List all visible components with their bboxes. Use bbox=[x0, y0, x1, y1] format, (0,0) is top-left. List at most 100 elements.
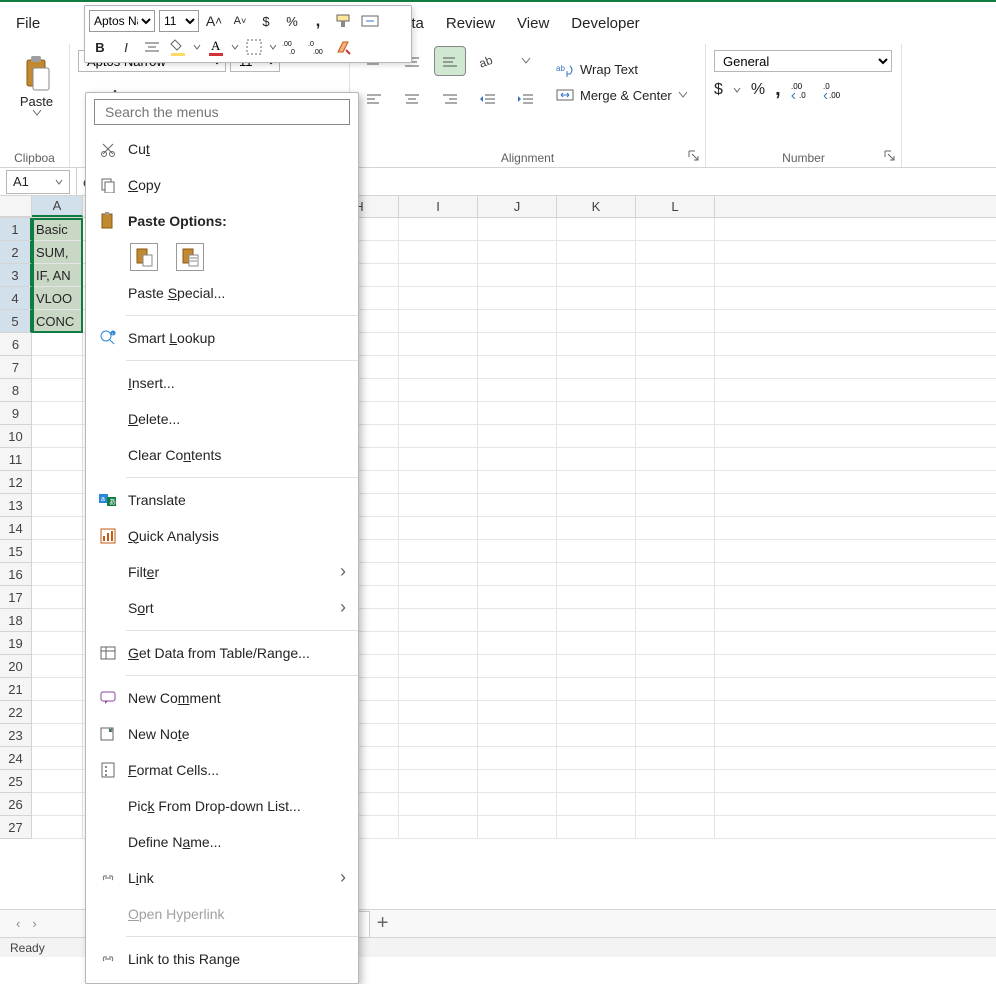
paste-match-dest-button[interactable] bbox=[176, 243, 204, 271]
cell[interactable] bbox=[557, 310, 636, 332]
align-right-button[interactable] bbox=[434, 84, 466, 114]
comma-icon[interactable]: , bbox=[775, 78, 781, 101]
cell[interactable] bbox=[557, 770, 636, 792]
cell[interactable] bbox=[399, 310, 478, 332]
cell[interactable] bbox=[399, 333, 478, 355]
merge-center-button[interactable]: Merge & Center bbox=[580, 88, 672, 103]
cell[interactable] bbox=[399, 816, 478, 838]
cell[interactable] bbox=[557, 379, 636, 401]
column-header[interactable]: A bbox=[32, 196, 83, 217]
row-header[interactable]: 22 bbox=[0, 701, 32, 724]
cell[interactable] bbox=[399, 517, 478, 539]
chevron-down-icon[interactable] bbox=[32, 109, 42, 117]
cell[interactable] bbox=[478, 379, 557, 401]
bold-button[interactable]: B bbox=[89, 36, 111, 58]
cell[interactable] bbox=[32, 747, 83, 769]
row-header[interactable]: 19 bbox=[0, 632, 32, 655]
increase-font-icon[interactable]: A˄ bbox=[203, 10, 225, 32]
cell[interactable] bbox=[399, 402, 478, 424]
cell[interactable] bbox=[557, 494, 636, 516]
cell[interactable] bbox=[557, 218, 636, 240]
tab-review[interactable]: Review bbox=[446, 15, 495, 32]
cell[interactable] bbox=[636, 218, 715, 240]
cell[interactable] bbox=[32, 793, 83, 815]
menu-search-input[interactable] bbox=[103, 100, 341, 124]
decrease-indent-button[interactable] bbox=[472, 84, 504, 114]
cell[interactable] bbox=[636, 586, 715, 608]
orientation-dropdown[interactable] bbox=[510, 46, 542, 76]
cell[interactable] bbox=[32, 356, 83, 378]
menu-link[interactable]: Link bbox=[86, 860, 358, 896]
cell[interactable] bbox=[478, 517, 557, 539]
cell[interactable] bbox=[32, 586, 83, 608]
row-header[interactable]: 3 bbox=[0, 264, 32, 287]
wrap-text-button[interactable]: Wrap Text bbox=[580, 62, 638, 77]
cell[interactable] bbox=[557, 586, 636, 608]
cell[interactable] bbox=[399, 287, 478, 309]
increase-decimal-icon[interactable]: .00.0 bbox=[281, 36, 303, 58]
cell[interactable] bbox=[478, 793, 557, 815]
cell[interactable] bbox=[399, 218, 478, 240]
cell[interactable] bbox=[557, 471, 636, 493]
chevron-down-icon[interactable] bbox=[678, 91, 688, 99]
cell[interactable] bbox=[557, 632, 636, 654]
cell[interactable] bbox=[557, 793, 636, 815]
cell[interactable] bbox=[478, 494, 557, 516]
cell[interactable] bbox=[636, 310, 715, 332]
cell[interactable] bbox=[478, 448, 557, 470]
cell[interactable]: Basic bbox=[32, 218, 83, 240]
cell[interactable] bbox=[636, 287, 715, 309]
row-header[interactable]: 13 bbox=[0, 494, 32, 517]
cell[interactable] bbox=[399, 655, 478, 677]
cell[interactable] bbox=[557, 287, 636, 309]
cell[interactable] bbox=[636, 816, 715, 838]
cell[interactable] bbox=[32, 494, 83, 516]
tab-view[interactable]: View bbox=[517, 15, 549, 32]
column-header[interactable]: L bbox=[636, 196, 715, 217]
cell[interactable] bbox=[32, 701, 83, 723]
row-header[interactable]: 7 bbox=[0, 356, 32, 379]
cell[interactable] bbox=[399, 494, 478, 516]
column-header[interactable]: K bbox=[557, 196, 636, 217]
number-format-select[interactable]: General bbox=[714, 50, 892, 72]
cell[interactable] bbox=[636, 448, 715, 470]
chevron-down-icon[interactable] bbox=[193, 44, 201, 50]
chevron-down-icon[interactable] bbox=[733, 87, 741, 93]
name-box[interactable]: A1 bbox=[6, 170, 70, 194]
cell[interactable] bbox=[557, 678, 636, 700]
column-header[interactable]: J bbox=[478, 196, 557, 217]
currency-icon[interactable]: $ bbox=[255, 10, 277, 32]
cell[interactable] bbox=[478, 540, 557, 562]
merge-icon[interactable] bbox=[556, 88, 574, 102]
row-header[interactable]: 4 bbox=[0, 287, 32, 310]
menu-quick-analysis[interactable]: Quick Analysis bbox=[86, 518, 358, 554]
cell[interactable] bbox=[478, 770, 557, 792]
menu-pick-from-list[interactable]: Pick From Drop-down List... bbox=[86, 788, 358, 824]
row-header[interactable]: 11 bbox=[0, 448, 32, 471]
row-header[interactable]: 2 bbox=[0, 241, 32, 264]
cell[interactable] bbox=[636, 724, 715, 746]
menu-filter[interactable]: Filter bbox=[86, 554, 358, 590]
cell[interactable] bbox=[399, 724, 478, 746]
cell[interactable] bbox=[478, 724, 557, 746]
row-header[interactable]: 26 bbox=[0, 793, 32, 816]
cell[interactable]: CONC bbox=[32, 310, 83, 332]
cell[interactable] bbox=[478, 333, 557, 355]
cell[interactable] bbox=[636, 356, 715, 378]
menu-insert[interactable]: Insert... bbox=[86, 365, 358, 401]
menu-get-data[interactable]: Get Data from Table/Range... bbox=[86, 635, 358, 671]
currency-icon[interactable]: $ bbox=[714, 81, 723, 99]
cell[interactable] bbox=[32, 425, 83, 447]
row-header[interactable]: 21 bbox=[0, 678, 32, 701]
cell[interactable] bbox=[557, 540, 636, 562]
mini-font-select[interactable]: Aptos Na bbox=[89, 10, 155, 32]
cell[interactable] bbox=[478, 609, 557, 631]
cell[interactable] bbox=[478, 471, 557, 493]
cell[interactable]: IF, AN bbox=[32, 264, 83, 286]
cell[interactable] bbox=[32, 402, 83, 424]
font-color-icon[interactable]: A bbox=[205, 36, 227, 58]
menu-new-note[interactable]: + New Note bbox=[86, 716, 358, 752]
cell[interactable] bbox=[636, 701, 715, 723]
add-sheet-button[interactable]: + bbox=[369, 912, 397, 935]
cell[interactable] bbox=[399, 356, 478, 378]
